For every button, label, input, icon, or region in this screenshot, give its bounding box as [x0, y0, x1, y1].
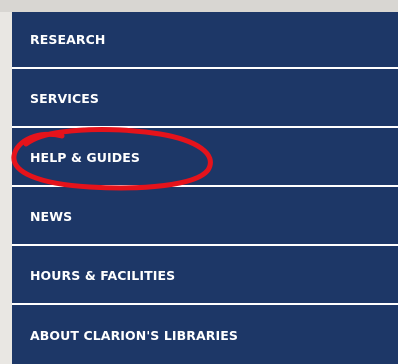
- nav-item-label: HOURS & FACILITIES: [30, 268, 176, 283]
- nav-item-help-guides[interactable]: HELP & GUIDES: [12, 130, 398, 187]
- nav-item-label: SERVICES: [30, 91, 100, 106]
- nav-item-news[interactable]: NEWS: [12, 189, 398, 246]
- nav-item-label: NEWS: [30, 209, 73, 224]
- library-nav-menu: RESEARCH SERVICES HELP & GUIDES NEWS HOU…: [12, 12, 398, 364]
- page-background-strip: [0, 0, 398, 12]
- nav-item-about-libraries[interactable]: ABOUT CLARION'S LIBRARIES: [12, 307, 398, 364]
- nav-item-services[interactable]: SERVICES: [12, 71, 398, 128]
- nav-item-research[interactable]: RESEARCH: [12, 12, 398, 69]
- nav-item-label: RESEARCH: [30, 32, 106, 47]
- nav-item-label: HELP & GUIDES: [30, 150, 141, 165]
- nav-item-label: ABOUT CLARION'S LIBRARIES: [30, 328, 238, 343]
- nav-item-hours-facilities[interactable]: HOURS & FACILITIES: [12, 248, 398, 305]
